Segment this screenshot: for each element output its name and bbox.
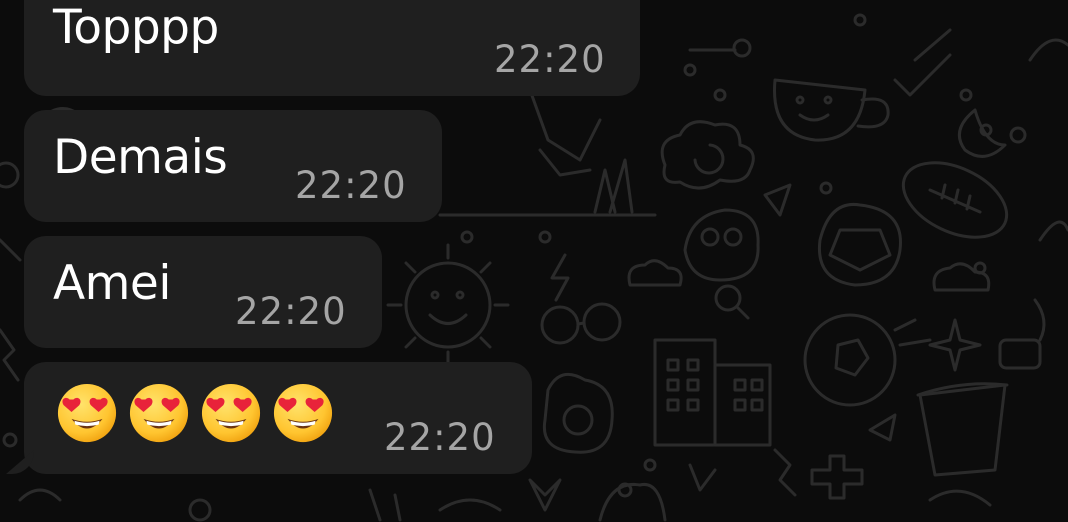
chat-view: Topppp 22:20 Demais 22:20 Amei 22:20 22:…	[0, 0, 1068, 522]
message-timestamp: 22:20	[384, 416, 496, 459]
message-bubble[interactable]: Topppp 22:20	[24, 0, 640, 96]
heart-eyes-emoji-icon	[129, 383, 189, 443]
message-timestamp: 22:20	[235, 290, 347, 333]
emoji-row	[56, 382, 334, 444]
message-text: Topppp	[53, 0, 219, 55]
message-text: Amei	[53, 256, 171, 311]
message-timestamp: 22:20	[295, 164, 407, 207]
heart-eyes-emoji-icon	[57, 383, 117, 443]
message-bubble[interactable]: Amei 22:20	[24, 236, 382, 348]
message-text: Demais	[53, 130, 228, 185]
heart-eyes-emoji-icon	[201, 383, 261, 443]
message-bubble[interactable]: 22:20	[24, 362, 532, 474]
heart-eyes-emoji-icon	[273, 383, 333, 443]
message-timestamp: 22:20	[494, 38, 606, 81]
message-bubble[interactable]: Demais 22:20	[24, 110, 442, 222]
